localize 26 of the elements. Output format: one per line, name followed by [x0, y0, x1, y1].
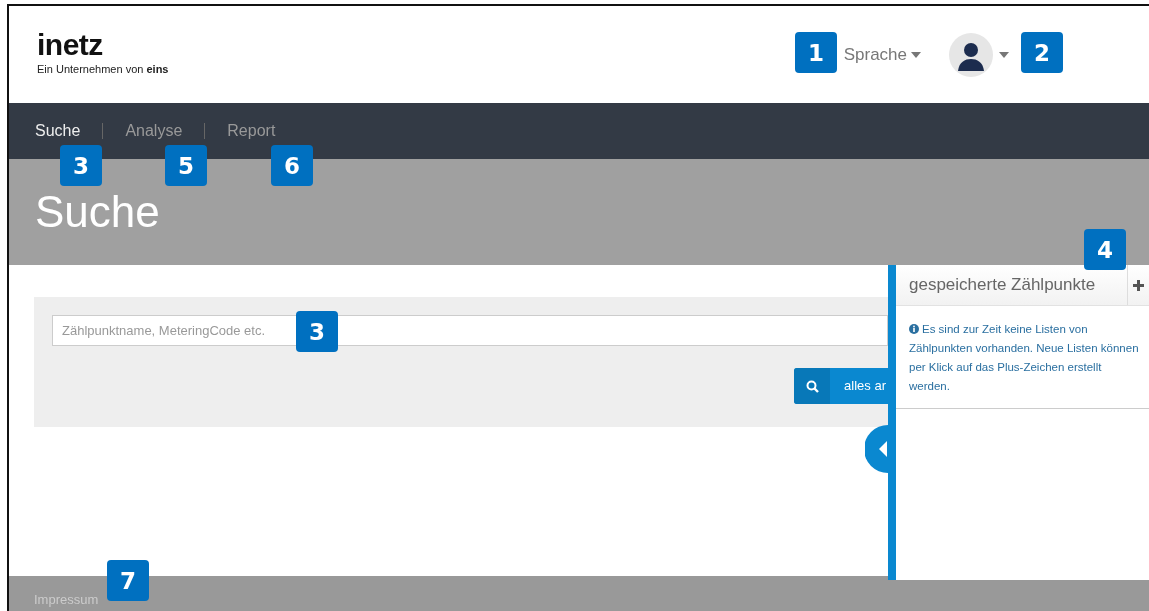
callout-badge: 4	[1084, 229, 1126, 270]
user-menu[interactable]	[949, 32, 1009, 77]
info-icon	[909, 324, 919, 334]
callout-badge: 5	[165, 145, 207, 186]
caret-icon	[999, 51, 1009, 58]
language-menu[interactable]: Sprache	[843, 44, 921, 65]
empty-message: Es sind zur Zeit keine Listen von Zählpunkten vorhanden. Neue Listen können per Klick auf das Plus-Zeichen erstellt werden.	[896, 306, 1149, 409]
callout-badge: 1	[795, 32, 837, 73]
nav-tab[interactable]: Suche	[35, 123, 103, 139]
logo-wordmark: inetz	[37, 30, 104, 60]
nav-tab[interactable]: Report	[204, 123, 298, 139]
collapse-tab-icon[interactable]	[865, 425, 888, 473]
panel-title: gespeicherte Zählpunkte	[908, 274, 1097, 296]
callout-badge: 2	[1021, 32, 1063, 73]
search-icon	[805, 379, 819, 393]
callout-badge: 3	[296, 311, 338, 352]
plus-icon	[1133, 279, 1144, 291]
page-title: Suche	[35, 187, 160, 237]
caret-icon	[911, 51, 921, 58]
callout-badge: 7	[107, 560, 149, 601]
nav-tab[interactable]: Analyse	[102, 123, 205, 139]
logo-tagline: Ein Unternehmen von eins	[37, 63, 169, 75]
callout-badge: 6	[271, 145, 313, 186]
avatar-icon	[949, 32, 993, 77]
search-button[interactable]: alles ar	[794, 368, 888, 404]
callout-badge: 3	[60, 145, 102, 186]
